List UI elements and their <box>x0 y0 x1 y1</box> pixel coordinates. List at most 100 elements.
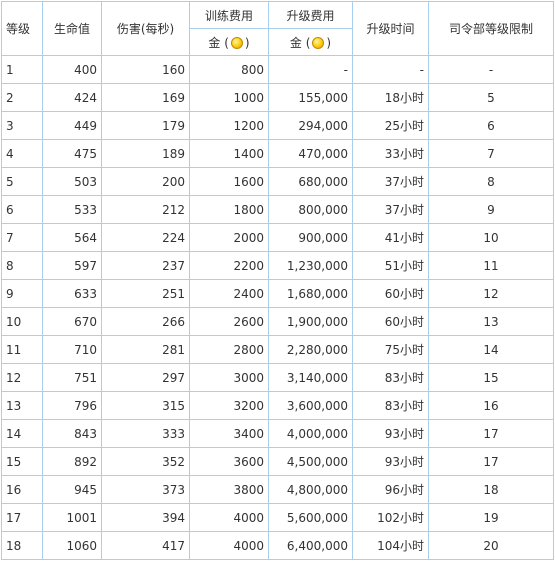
cell-upgrade-cost: 900,000 <box>268 223 353 252</box>
cell-train-cost: 4000 <box>189 503 269 532</box>
cell-upgrade-time: 96小时 <box>352 475 429 504</box>
cell-upgrade-cost: 155,000 <box>268 83 353 112</box>
cell-train-cost: 2800 <box>189 335 269 364</box>
cell-damage: 169 <box>101 83 190 112</box>
cell-upgrade-time: 51小时 <box>352 251 429 280</box>
cell-upgrade-cost: 470,000 <box>268 139 353 168</box>
cell-train-cost: 3200 <box>189 391 269 420</box>
cell-hp: 533 <box>42 195 102 224</box>
header-train-cost: 训练费用 <box>189 1 269 29</box>
cell-upgrade-time: 102小时 <box>352 503 429 532</box>
cell-level: 5 <box>1 167 43 196</box>
table-row: 17 1001 394 4000 5,600,000 102小时 19 <box>1 503 554 532</box>
cell-damage: 281 <box>101 335 190 364</box>
gold-coin-icon <box>230 36 243 49</box>
paren-open: ( <box>305 35 311 50</box>
cell-upgrade-cost: 294,000 <box>268 111 353 140</box>
cell-level: 3 <box>1 111 43 140</box>
cell-upgrade-time: 60小时 <box>352 279 429 308</box>
cell-upgrade-cost: 6,400,000 <box>268 531 353 560</box>
cell-damage: 315 <box>101 391 190 420</box>
cell-hq-level: 14 <box>428 335 554 364</box>
cell-upgrade-time: 83小时 <box>352 391 429 420</box>
cell-level: 16 <box>1 475 43 504</box>
table-row: 8 597 237 2200 1,230,000 51小时 11 <box>1 251 554 280</box>
cell-hq-level: 15 <box>428 363 554 392</box>
cell-damage: 212 <box>101 195 190 224</box>
cell-hq-level: 5 <box>428 83 554 112</box>
cell-hq-level: 11 <box>428 251 554 280</box>
cell-upgrade-cost: 3,600,000 <box>268 391 353 420</box>
cell-hp: 400 <box>42 55 102 84</box>
cell-upgrade-time: 25小时 <box>352 111 429 140</box>
cell-upgrade-cost: 5,600,000 <box>268 503 353 532</box>
cell-hq-level: 17 <box>428 419 554 448</box>
header-damage: 伤害(每秒) <box>101 1 190 56</box>
cell-damage: 352 <box>101 447 190 476</box>
cell-hq-level: 8 <box>428 167 554 196</box>
cell-level: 13 <box>1 391 43 420</box>
cell-damage: 373 <box>101 475 190 504</box>
cell-level: 6 <box>1 195 43 224</box>
cell-hq-level: 12 <box>428 279 554 308</box>
table-row: 2 424 169 1000 155,000 18小时 5 <box>1 83 554 112</box>
cell-hq-level: 19 <box>428 503 554 532</box>
cell-upgrade-time: 37小时 <box>352 195 429 224</box>
cell-hp: 710 <box>42 335 102 364</box>
paren-close: ) <box>326 35 332 50</box>
cell-damage: 237 <box>101 251 190 280</box>
cell-upgrade-cost: 3,140,000 <box>268 363 353 392</box>
cell-train-cost: 2400 <box>189 279 269 308</box>
cell-damage: 266 <box>101 307 190 336</box>
table-row: 15 892 352 3600 4,500,000 93小时 17 <box>1 447 554 476</box>
cell-train-cost: 3000 <box>189 363 269 392</box>
cell-damage: 179 <box>101 111 190 140</box>
cell-hp: 597 <box>42 251 102 280</box>
cell-train-cost: 3800 <box>189 475 269 504</box>
cell-upgrade-time: 33小时 <box>352 139 429 168</box>
cell-train-cost: 3600 <box>189 447 269 476</box>
cell-train-cost: 4000 <box>189 531 269 560</box>
cell-hp: 945 <box>42 475 102 504</box>
header-level: 等级 <box>1 1 43 56</box>
table-row: 16 945 373 3800 4,800,000 96小时 18 <box>1 475 554 504</box>
cell-upgrade-cost: 4,800,000 <box>268 475 353 504</box>
cell-upgrade-cost: - <box>268 55 353 84</box>
upgrade-cost-unit-label: 金 <box>289 35 302 50</box>
table-row: 4 475 189 1400 470,000 33小时 7 <box>1 139 554 168</box>
header-hq-level: 司令部等级限制 <box>428 1 554 56</box>
cell-upgrade-time: 41小时 <box>352 223 429 252</box>
cell-upgrade-time: 75小时 <box>352 335 429 364</box>
cell-level: 2 <box>1 83 43 112</box>
cell-damage: 224 <box>101 223 190 252</box>
cell-hp: 1001 <box>42 503 102 532</box>
cell-upgrade-time: 93小时 <box>352 447 429 476</box>
table-row: 5 503 200 1600 680,000 37小时 8 <box>1 167 554 196</box>
cell-hq-level: 10 <box>428 223 554 252</box>
cell-upgrade-time: 60小时 <box>352 307 429 336</box>
cell-hp: 670 <box>42 307 102 336</box>
cell-hp: 1060 <box>42 531 102 560</box>
cell-hq-level: 16 <box>428 391 554 420</box>
cell-hp: 503 <box>42 167 102 196</box>
cell-level: 11 <box>1 335 43 364</box>
table-header: 等级 生命值 伤害(每秒) 训练费用 升级费用 升级时间 司令部等级限制 金 (… <box>1 1 554 56</box>
table-row: 10 670 266 2600 1,900,000 60小时 13 <box>1 307 554 336</box>
header-upgrade-cost: 升级费用 <box>268 1 353 29</box>
cell-upgrade-cost: 680,000 <box>268 167 353 196</box>
cell-upgrade-time: 37小时 <box>352 167 429 196</box>
cell-hq-level: 20 <box>428 531 554 560</box>
table-row: 18 1060 417 4000 6,400,000 104小时 20 <box>1 531 554 560</box>
cell-hp: 843 <box>42 419 102 448</box>
cell-train-cost: 3400 <box>189 419 269 448</box>
cell-hq-level: 7 <box>428 139 554 168</box>
cell-upgrade-time: 104小时 <box>352 531 429 560</box>
cell-upgrade-cost: 2,280,000 <box>268 335 353 364</box>
cell-damage: 251 <box>101 279 190 308</box>
cell-level: 7 <box>1 223 43 252</box>
table-row: 6 533 212 1800 800,000 37小时 9 <box>1 195 554 224</box>
cell-damage: 160 <box>101 55 190 84</box>
cell-hp: 796 <box>42 391 102 420</box>
cell-hp: 475 <box>42 139 102 168</box>
unit-stats-table: 等级 生命值 伤害(每秒) 训练费用 升级费用 升级时间 司令部等级限制 金 (… <box>1 1 554 560</box>
